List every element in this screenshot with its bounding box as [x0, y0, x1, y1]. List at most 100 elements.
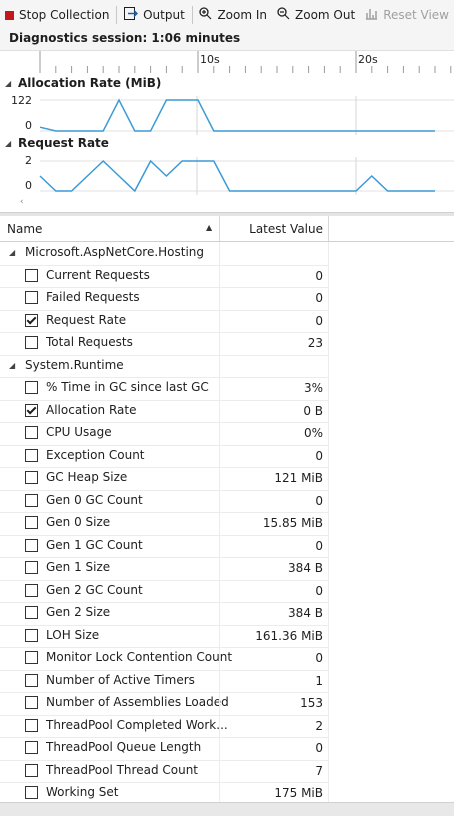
counter-value: 121 MiB — [274, 471, 323, 485]
value-cell: 3% — [219, 377, 329, 401]
counter-checkbox[interactable] — [25, 538, 38, 552]
counter-checkbox[interactable] — [25, 583, 38, 597]
counter-value: 3% — [303, 381, 323, 395]
counter-checkbox[interactable] — [25, 516, 38, 529]
counter-row[interactable]: ThreadPool Thread Count 7 — [0, 759, 454, 783]
horizontal-scrollbar[interactable] — [0, 802, 454, 816]
name-cell: ThreadPool Queue Length — [0, 737, 219, 761]
time-ruler[interactable]: 10s 20s — [0, 50, 454, 74]
counter-label: CPU Usage — [46, 425, 112, 439]
counter-row[interactable]: Gen 2 Size 384 B — [0, 602, 454, 626]
counter-value: 0 — [315, 741, 323, 755]
counter-row[interactable]: Gen 0 GC Count 0 — [0, 489, 454, 513]
column-header-latest-value[interactable]: Latest Value — [219, 216, 329, 241]
value-cell — [219, 242, 329, 266]
counter-checkbox[interactable] — [25, 403, 38, 417]
toolbar-separator — [116, 6, 118, 24]
name-cell: ◢ System.Runtime — [0, 355, 219, 378]
counter-row[interactable]: Number of Assemblies Loaded 153 — [0, 692, 454, 716]
name-cell: ◢ Microsoft.AspNetCore.Hosting — [0, 242, 219, 266]
output-button[interactable]: Output — [119, 0, 190, 30]
counter-checkbox[interactable] — [25, 651, 38, 664]
counter-row[interactable]: LOH Size 161.36 MiB — [0, 624, 454, 648]
counter-checkbox[interactable] — [25, 628, 38, 642]
name-cell: Allocation Rate — [0, 400, 219, 423]
counter-value: 0 — [315, 448, 323, 463]
sort-ascending-icon: ▲ — [206, 223, 213, 232]
counter-label: % Time in GC since last GC — [46, 380, 209, 394]
name-cell: CPU Usage — [0, 422, 219, 446]
counter-row[interactable]: Gen 2 GC Count 0 — [0, 579, 454, 603]
session-duration: Diagnostics session: 1:06 minutes — [9, 31, 241, 45]
counter-value: 23 — [307, 336, 323, 350]
counter-checkbox[interactable] — [25, 786, 38, 799]
value-cell: 0 — [219, 534, 329, 558]
counter-label: LOH Size — [46, 627, 100, 642]
counter-label: Gen 1 Size — [46, 560, 111, 574]
stop-collection-button[interactable]: Stop Collection — [0, 0, 114, 30]
counter-row[interactable]: ThreadPool Queue Length 0 — [0, 737, 454, 761]
zoom-in-button[interactable]: Zoom In — [194, 0, 272, 30]
counter-row[interactable]: Gen 0 Size 15.85 MiB — [0, 512, 454, 536]
counter-checkbox[interactable] — [25, 673, 38, 687]
value-cell: 384 B — [219, 602, 329, 626]
group-row[interactable]: ◢ System.Runtime — [0, 354, 454, 378]
counter-label: Current Requests — [46, 267, 150, 282]
scroll-left-icon[interactable]: ‹ — [20, 197, 24, 207]
counter-value: 161.36 MiB — [255, 628, 323, 643]
counter-row[interactable]: Request Rate 0 — [0, 309, 454, 333]
stop-collection-label: Stop Collection — [19, 8, 110, 22]
counter-checkbox[interactable] — [25, 336, 38, 349]
counter-checkbox[interactable] — [25, 763, 38, 777]
value-cell: 0 B — [219, 399, 329, 423]
counter-row[interactable]: ThreadPool Completed Work... 2 — [0, 714, 454, 738]
counter-row[interactable]: Number of Active Timers 1 — [0, 669, 454, 693]
counter-row[interactable]: Allocation Rate 0 B — [0, 399, 454, 423]
reset-view-button[interactable]: Reset View — [360, 0, 454, 30]
counter-value: 384 B — [288, 561, 323, 575]
value-cell: 0 — [219, 444, 329, 468]
counter-label: Working Set — [46, 785, 119, 799]
expand-collapse-icon[interactable]: ◢ — [9, 361, 15, 370]
counter-checkbox[interactable] — [25, 493, 38, 507]
zoom-out-button[interactable]: Zoom Out — [272, 0, 360, 30]
expand-collapse-icon[interactable]: ◢ — [9, 248, 15, 257]
counter-row[interactable]: Gen 1 Size 384 B — [0, 557, 454, 581]
counter-checkbox[interactable] — [25, 741, 38, 754]
name-cell: Monitor Lock Contention Count — [0, 647, 232, 671]
name-cell: ThreadPool Completed Work... — [0, 715, 228, 738]
counter-checkbox[interactable] — [25, 268, 38, 282]
counter-label: Failed Requests — [46, 290, 140, 304]
toolbar: Stop Collection Output Zoom In Zoom Out … — [0, 0, 454, 30]
counter-value: 2 — [315, 718, 323, 733]
counter-checkbox[interactable] — [25, 381, 38, 394]
counter-value: 0 — [315, 651, 323, 665]
counter-row[interactable]: Total Requests 23 — [0, 332, 454, 356]
counter-row[interactable]: Failed Requests 0 — [0, 287, 454, 311]
counter-row[interactable]: GC Heap Size 121 MiB — [0, 467, 454, 491]
group-row[interactable]: ◢ Microsoft.AspNetCore.Hosting — [0, 242, 454, 266]
counter-row[interactable]: Gen 1 GC Count 0 — [0, 534, 454, 558]
counter-label: ThreadPool Thread Count — [46, 762, 199, 777]
counter-checkbox[interactable] — [25, 313, 38, 327]
counter-row[interactable]: CPU Usage 0% — [0, 422, 454, 446]
counter-checkbox[interactable] — [25, 561, 38, 574]
column-header-name[interactable]: Name — [7, 222, 42, 236]
counter-row[interactable]: Exception Count 0 — [0, 444, 454, 468]
value-cell: 15.85 MiB — [219, 512, 329, 536]
counter-checkbox[interactable] — [25, 448, 38, 462]
counter-row[interactable]: % Time in GC since last GC 3% — [0, 377, 454, 401]
counter-row[interactable]: Monitor Lock Contention Count 0 — [0, 647, 454, 671]
name-cell: Gen 0 Size — [0, 512, 219, 536]
counter-checkbox[interactable] — [25, 471, 38, 484]
counter-row[interactable]: Current Requests 0 — [0, 264, 454, 288]
value-cell: 121 MiB — [219, 467, 329, 491]
counter-label: Exception Count — [46, 447, 145, 462]
name-cell: GC Heap Size — [0, 467, 219, 491]
name-cell: Current Requests — [0, 265, 219, 288]
counter-checkbox[interactable] — [25, 606, 38, 619]
counter-checkbox[interactable] — [25, 696, 38, 709]
counter-checkbox[interactable] — [25, 718, 38, 732]
counter-checkbox[interactable] — [25, 291, 38, 304]
counter-checkbox[interactable] — [25, 426, 38, 439]
